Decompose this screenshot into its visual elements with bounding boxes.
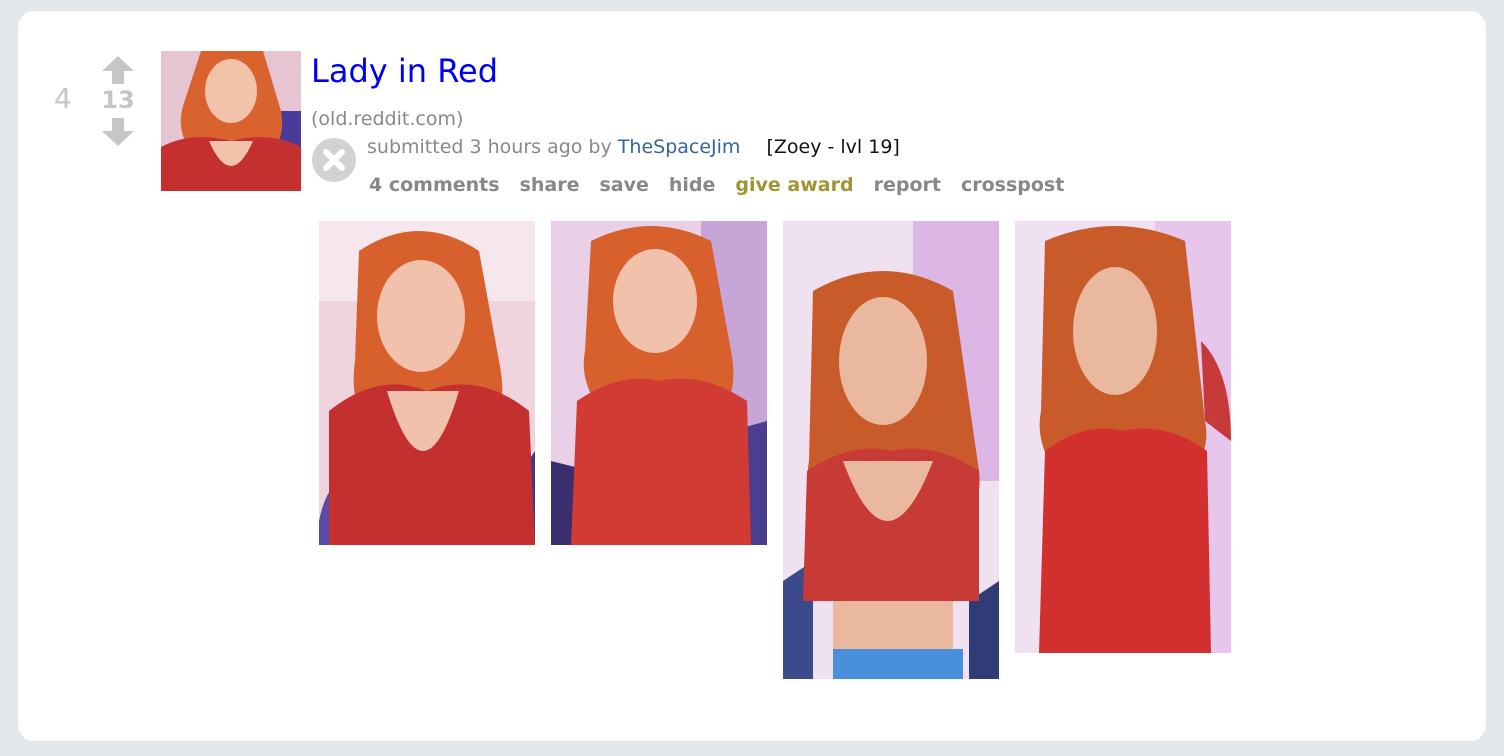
- crosspost-button[interactable]: crosspost: [961, 174, 1064, 196]
- share-button[interactable]: share: [520, 174, 580, 196]
- gallery-image-1[interactable]: [319, 221, 535, 545]
- down-arrow-icon[interactable]: [100, 116, 136, 148]
- post-score: 13: [101, 86, 135, 114]
- report-button[interactable]: report: [874, 174, 941, 196]
- post-rank: 4: [54, 82, 72, 115]
- author-link[interactable]: TheSpaceJim: [618, 136, 741, 158]
- gallery-image-2[interactable]: [551, 221, 767, 545]
- close-icon[interactable]: [311, 137, 357, 183]
- post-tagline: submitted 3 hours ago by TheSpaceJim [Zo…: [367, 136, 904, 158]
- hide-button[interactable]: hide: [669, 174, 716, 196]
- post-buttons: 4 comments share save hide give award re…: [369, 174, 1064, 196]
- user-flair: [Zoey - lvl 19]: [766, 136, 900, 158]
- gallery-image-3[interactable]: [783, 221, 999, 679]
- post-thumbnail[interactable]: [161, 51, 301, 191]
- submitted-text: submitted 3 hours ago by: [367, 136, 612, 158]
- give-award-button[interactable]: give award: [735, 174, 853, 196]
- post-domain: (old.reddit.com): [311, 108, 463, 130]
- comments-button[interactable]: 4 comments: [369, 174, 500, 196]
- domain-link[interactable]: (old.reddit.com): [311, 108, 463, 130]
- post-title[interactable]: Lady in Red: [311, 52, 498, 90]
- save-button[interactable]: save: [599, 174, 648, 196]
- up-arrow-icon[interactable]: [100, 54, 136, 86]
- gallery-image-4[interactable]: [1015, 221, 1231, 653]
